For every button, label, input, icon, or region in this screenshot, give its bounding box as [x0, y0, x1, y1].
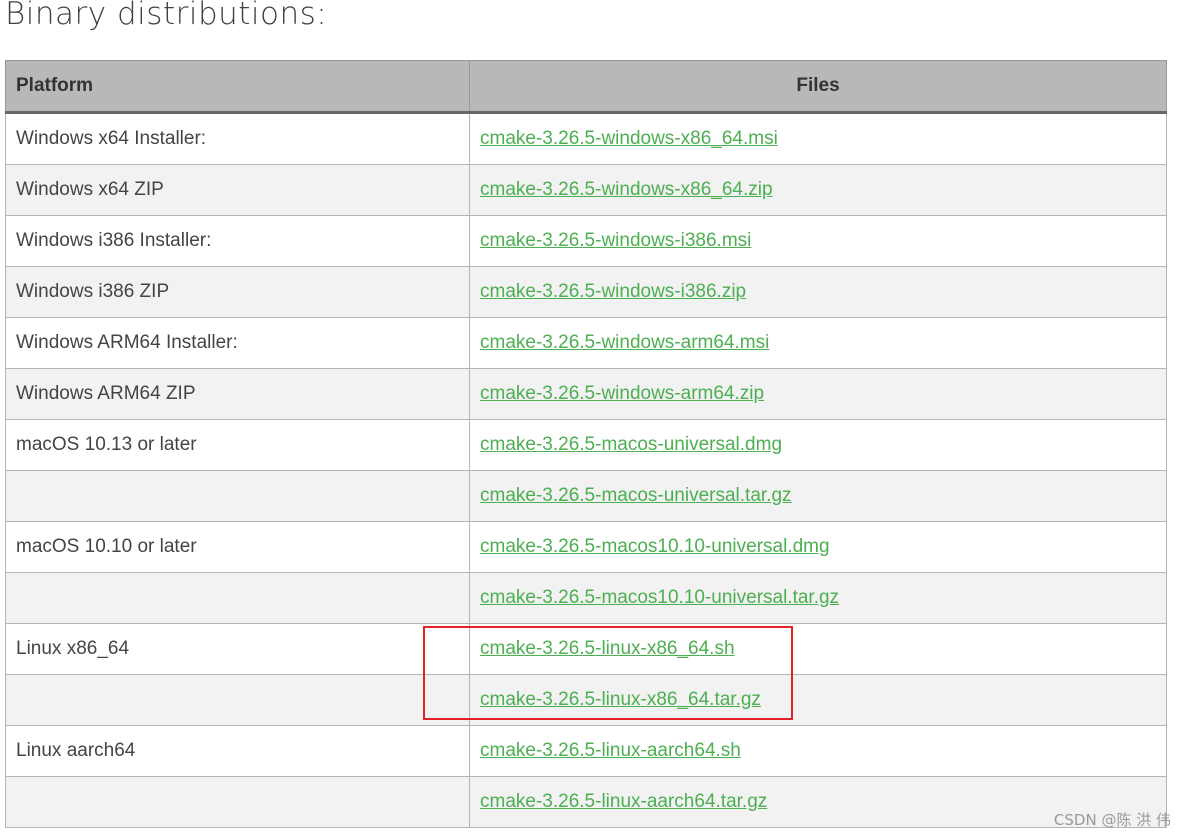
platform-cell: Linux x86_64	[5, 623, 470, 675]
table-row: macOS 10.13 or later cmake-3.26.5-macos-…	[5, 419, 1167, 471]
table-row: cmake-3.26.5-macos10.10-universal.tar.gz	[5, 572, 1167, 624]
platform-cell: Windows x64 ZIP	[5, 164, 470, 216]
table-row: Windows ARM64 ZIP cmake-3.26.5-windows-a…	[5, 368, 1167, 420]
table-row: Windows x64 Installer: cmake-3.26.5-wind…	[5, 112, 1167, 165]
platform-cell: Linux aarch64	[5, 725, 470, 777]
platform-cell: Windows i386 Installer:	[5, 215, 470, 267]
file-download-link[interactable]: cmake-3.26.5-windows-x86_64.msi	[480, 128, 778, 149]
file-cell: cmake-3.26.5-macos-universal.dmg	[469, 419, 1167, 471]
platform-column-header: Platform	[5, 60, 470, 114]
table-row: cmake-3.26.5-linux-aarch64.tar.gz	[5, 776, 1167, 828]
file-cell: cmake-3.26.5-macos10.10-universal.dmg	[469, 521, 1167, 573]
platform-cell: Windows ARM64 ZIP	[5, 368, 470, 420]
table-row: macOS 10.10 or later cmake-3.26.5-macos1…	[5, 521, 1167, 573]
file-download-link[interactable]: cmake-3.26.5-linux-x86_64.tar.gz	[480, 689, 761, 710]
file-download-link[interactable]: cmake-3.26.5-macos10.10-universal.dmg	[480, 536, 830, 557]
csdn-watermark: CSDN @陈 洪 伟	[1053, 811, 1171, 829]
platform-cell: macOS 10.10 or later	[5, 521, 470, 573]
file-cell: cmake-3.26.5-windows-x86_64.msi	[469, 112, 1167, 165]
table-row: Windows i386 ZIP cmake-3.26.5-windows-i3…	[5, 266, 1167, 318]
file-download-link[interactable]: cmake-3.26.5-macos-universal.tar.gz	[480, 485, 792, 506]
table-row: Windows i386 Installer: cmake-3.26.5-win…	[5, 215, 1167, 267]
file-cell: cmake-3.26.5-macos-universal.tar.gz	[469, 470, 1167, 522]
table-row: Windows ARM64 Installer: cmake-3.26.5-wi…	[5, 317, 1167, 369]
file-cell: cmake-3.26.5-macos10.10-universal.tar.gz	[469, 572, 1167, 624]
file-download-link[interactable]: cmake-3.26.5-windows-arm64.msi	[480, 332, 769, 353]
file-download-link[interactable]: cmake-3.26.5-windows-i386.msi	[480, 230, 751, 251]
platform-cell: Windows i386 ZIP	[5, 266, 470, 318]
file-cell: cmake-3.26.5-linux-x86_64.sh	[469, 623, 1167, 675]
file-cell: cmake-3.26.5-windows-x86_64.zip	[469, 164, 1167, 216]
platform-cell	[5, 470, 470, 522]
file-download-link[interactable]: cmake-3.26.5-linux-x86_64.sh	[480, 638, 735, 659]
file-cell: cmake-3.26.5-windows-arm64.msi	[469, 317, 1167, 369]
file-download-link[interactable]: cmake-3.26.5-windows-arm64.zip	[480, 383, 764, 404]
file-cell: cmake-3.26.5-linux-aarch64.sh	[469, 725, 1167, 777]
file-download-link[interactable]: cmake-3.26.5-windows-x86_64.zip	[480, 179, 773, 200]
file-cell: cmake-3.26.5-windows-arm64.zip	[469, 368, 1167, 420]
binary-distributions-table: Platform Files Windows x64 Installer: cm…	[5, 60, 1167, 828]
file-download-link[interactable]: cmake-3.26.5-macos10.10-universal.tar.gz	[480, 587, 839, 608]
platform-cell: Windows x64 Installer:	[5, 112, 470, 165]
files-column-header: Files	[469, 60, 1167, 114]
table-row: cmake-3.26.5-linux-x86_64.tar.gz	[5, 674, 1167, 726]
table-row: Windows x64 ZIP cmake-3.26.5-windows-x86…	[5, 164, 1167, 216]
table-header-row: Platform Files	[5, 60, 1167, 114]
platform-cell	[5, 674, 470, 726]
table-row: cmake-3.26.5-macos-universal.tar.gz	[5, 470, 1167, 522]
file-download-link[interactable]: cmake-3.26.5-macos-universal.dmg	[480, 434, 782, 455]
platform-cell	[5, 776, 470, 828]
file-download-link[interactable]: cmake-3.26.5-linux-aarch64.tar.gz	[480, 791, 767, 812]
page-title: Binary distributions:	[5, 0, 328, 32]
file-cell: cmake-3.26.5-linux-x86_64.tar.gz	[469, 674, 1167, 726]
file-cell: cmake-3.26.5-windows-i386.zip	[469, 266, 1167, 318]
platform-cell: Windows ARM64 Installer:	[5, 317, 470, 369]
file-download-link[interactable]: cmake-3.26.5-linux-aarch64.sh	[480, 740, 741, 761]
file-download-link[interactable]: cmake-3.26.5-windows-i386.zip	[480, 281, 746, 302]
platform-cell: macOS 10.13 or later	[5, 419, 470, 471]
file-cell: cmake-3.26.5-windows-i386.msi	[469, 215, 1167, 267]
table-row: Linux aarch64 cmake-3.26.5-linux-aarch64…	[5, 725, 1167, 777]
platform-cell	[5, 572, 470, 624]
table-row: Linux x86_64 cmake-3.26.5-linux-x86_64.s…	[5, 623, 1167, 675]
